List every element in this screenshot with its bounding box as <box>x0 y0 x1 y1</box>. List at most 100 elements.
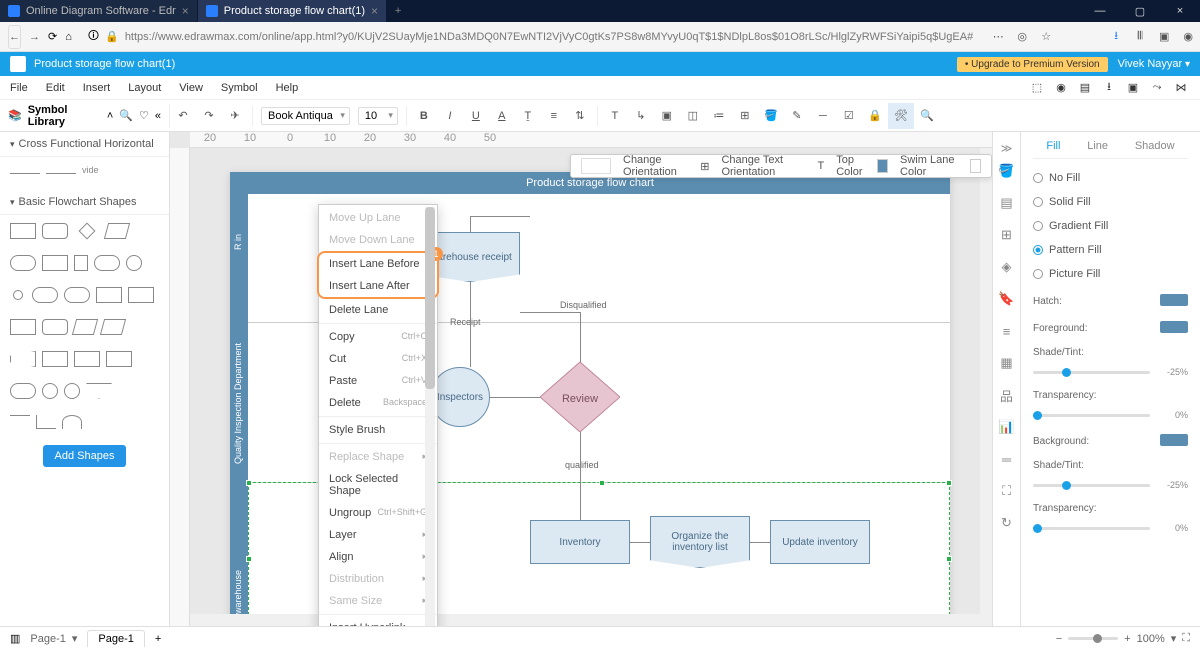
download-icon[interactable]: ⭳ <box>1107 28 1125 46</box>
shape-terminator[interactable] <box>10 255 36 271</box>
shade-slider[interactable] <box>1033 371 1150 374</box>
connector-label[interactable]: qualified <box>565 460 599 470</box>
add-shapes-button[interactable]: Add Shapes <box>43 445 127 467</box>
symbol-library-label[interactable]: Symbol Library <box>28 104 101 128</box>
connector-button[interactable]: ↳ <box>628 103 654 129</box>
connector[interactable] <box>750 542 770 543</box>
ruler-icon[interactable]: ═ <box>998 450 1016 468</box>
menu-delete-lane[interactable]: Delete Lane <box>319 299 437 321</box>
tool-icon-2[interactable]: ◉ <box>1052 79 1070 97</box>
tab-shadow[interactable]: Shadow <box>1135 140 1175 152</box>
option-solid-fill[interactable]: Solid Fill <box>1033 193 1188 211</box>
reader-icon[interactable]: ◎ <box>1013 28 1031 46</box>
connector[interactable] <box>490 397 540 398</box>
tab-line[interactable]: Line <box>1087 140 1108 152</box>
account-icon[interactable]: ◉ <box>1179 28 1197 46</box>
option-no-fill[interactable]: No Fill <box>1033 169 1188 187</box>
layers-icon[interactable]: ≡ <box>998 322 1016 340</box>
tool-icon-4[interactable]: ⭳ <box>1100 79 1118 97</box>
shape-tape[interactable] <box>128 287 154 303</box>
format-painter-button[interactable]: ✈ <box>222 103 248 129</box>
align-button[interactable]: ≡ <box>541 103 567 129</box>
shape-update-inventory[interactable]: Update inventory <box>770 520 870 564</box>
font-size-select[interactable]: 10 <box>358 107 398 125</box>
menu-cut[interactable]: CutCtrl+X <box>319 348 437 370</box>
shape-ellipse[interactable] <box>94 255 120 271</box>
connector[interactable] <box>470 216 530 217</box>
shape-hline[interactable] <box>46 173 76 174</box>
more-icon[interactable]: ⋯ <box>989 28 1007 46</box>
underline-button[interactable]: U <box>463 103 489 129</box>
shape-parallelogram[interactable] <box>104 223 130 239</box>
menu-insert-lane-before[interactable]: Insert Lane Before <box>319 253 437 275</box>
page-selector[interactable]: Page-1 ▾ <box>30 632 77 645</box>
font-select[interactable]: Book Antiqua <box>261 107 350 125</box>
tree-icon[interactable]: 品 <box>998 386 1016 404</box>
shape-cylinder[interactable] <box>96 287 122 303</box>
font-color-button[interactable]: A <box>489 103 515 129</box>
bg-transparency-slider[interactable] <box>1033 527 1150 530</box>
grid-icon[interactable]: ⊞ <box>998 226 1016 244</box>
shape-ring[interactable] <box>64 383 80 399</box>
shape-circle[interactable] <box>126 255 142 271</box>
shape-review[interactable]: Review <box>540 362 620 432</box>
line-style-button[interactable]: ─ <box>810 103 836 129</box>
add-page-button[interactable]: + <box>155 633 161 645</box>
italic-button[interactable]: I <box>437 103 463 129</box>
reload-button[interactable]: ⟳ <box>48 30 57 43</box>
swim-lane-color-button[interactable]: Swim Lane Color <box>900 154 981 178</box>
menu-delete[interactable]: DeleteBackspace <box>319 392 437 414</box>
bookmark-icon[interactable]: 🔖 <box>998 290 1016 308</box>
menu-copy[interactable]: CopyCtrl+C <box>319 326 437 348</box>
user-menu[interactable]: Vivek Nayyar ▾ <box>1118 58 1190 70</box>
option-pattern-fill[interactable]: Pattern Fill <box>1033 241 1188 259</box>
fit-icon[interactable]: ⛶ <box>998 482 1016 500</box>
fill-tool-icon[interactable]: 🪣 <box>998 162 1016 180</box>
check-button[interactable]: ☑ <box>836 103 862 129</box>
shape-rect[interactable] <box>42 255 68 271</box>
shape-ring[interactable] <box>42 383 58 399</box>
redo-button[interactable]: ↷ <box>196 103 222 129</box>
menu-scrollbar[interactable] <box>425 207 435 626</box>
list-button[interactable]: ≔ <box>706 103 732 129</box>
shape-hex[interactable] <box>42 351 68 367</box>
shape-inspectors[interactable]: Inspectors <box>430 367 490 427</box>
zoom-out-button[interactable]: − <box>1056 633 1062 645</box>
shape-card[interactable] <box>10 319 36 335</box>
zoom-value[interactable]: 100% <box>1137 633 1165 645</box>
shape-arc[interactable] <box>62 415 82 429</box>
shape-capsule[interactable] <box>32 287 58 303</box>
minimize-button[interactable]: — <box>1080 0 1120 22</box>
sidebar-icon[interactable]: ▣ <box>1155 28 1173 46</box>
change-text-orientation-button[interactable]: Change Text Orientation T <box>721 154 824 178</box>
connector[interactable] <box>580 312 581 362</box>
section-cross-functional[interactable]: Cross Functional Horizontal <box>0 132 169 157</box>
shape-annotation[interactable] <box>36 415 56 429</box>
menu-lock-shape[interactable]: Lock Selected Shape <box>319 468 437 502</box>
home-button[interactable]: ⌂ <box>65 31 72 43</box>
tools-button[interactable]: 🛠 <box>888 103 914 129</box>
connector-label[interactable]: Receipt <box>450 317 481 327</box>
history-icon[interactable]: ↻ <box>998 514 1016 532</box>
tab-fill[interactable]: Fill <box>1046 140 1060 152</box>
pages-icon[interactable]: ▥ <box>10 632 20 645</box>
undo-button[interactable]: ↶ <box>170 103 196 129</box>
find-button[interactable]: 🔍 <box>914 103 940 129</box>
shape-wave[interactable] <box>10 351 36 367</box>
tool-icon-1[interactable]: ⬚ <box>1028 79 1046 97</box>
hatch-swatch[interactable] <box>1160 294 1188 306</box>
tool-icon-5[interactable]: ▣ <box>1124 79 1142 97</box>
tool-icon-7[interactable]: ⋈ <box>1172 79 1190 97</box>
shape-stadium[interactable] <box>10 383 36 399</box>
shape-yes[interactable] <box>64 287 90 303</box>
option-picture-fill[interactable]: Picture Fill <box>1033 265 1188 283</box>
forward-button[interactable]: → <box>29 25 40 49</box>
connector[interactable] <box>630 542 650 543</box>
search-icon[interactable]: 🔍 <box>119 109 133 122</box>
lock-button[interactable]: 🔒 <box>862 103 888 129</box>
close-icon[interactable]: × <box>182 4 189 18</box>
close-window-button[interactable]: × <box>1160 0 1200 22</box>
shape-diamond[interactable] <box>79 223 96 240</box>
fill-button[interactable]: 🪣 <box>758 103 784 129</box>
background-swatch[interactable] <box>1160 434 1188 446</box>
